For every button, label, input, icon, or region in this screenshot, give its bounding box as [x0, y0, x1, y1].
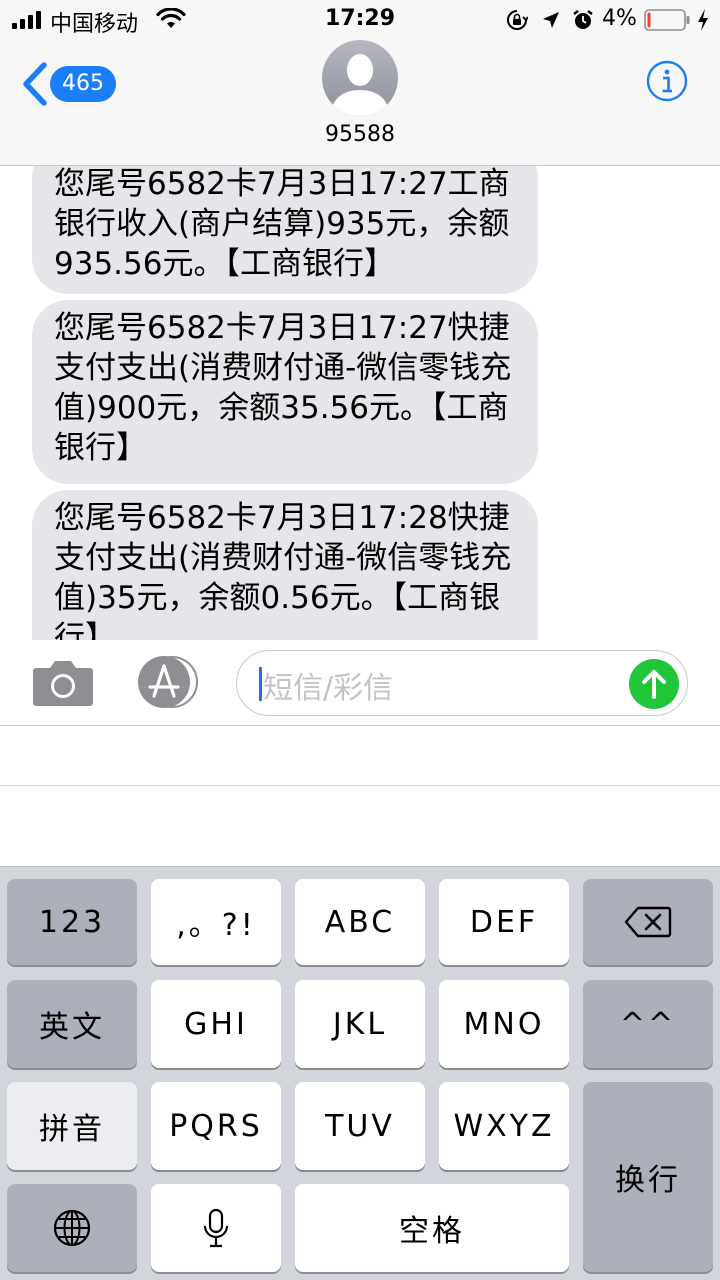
- message-bubble[interactable]: 您尾号6582卡7月3日17:27工商银行收入(商户结算)935元，余额935.…: [32, 166, 538, 294]
- key-delete[interactable]: [583, 879, 713, 965]
- key-english[interactable]: 英文: [7, 980, 137, 1068]
- status-bar: 中国移动 17:29 4%: [0, 0, 720, 40]
- alarm-icon: [573, 10, 593, 29]
- message-bubble[interactable]: 您尾号6582卡7月3日17:27快捷支付支出(消费财付通-微信零钱充值)900…: [32, 300, 538, 484]
- key-def[interactable]: DEF: [439, 879, 569, 965]
- message-list[interactable]: 您尾号6582卡7月3日17:27工商银行收入(商户结算)935元，余额935.…: [0, 166, 720, 640]
- message-bubble[interactable]: 您尾号6582卡7月3日17:28快捷支付支出(消费财付通-微信零钱充值)35元…: [32, 490, 538, 640]
- key-wxyz[interactable]: WXYZ: [439, 1082, 569, 1170]
- globe-icon: [53, 1209, 91, 1247]
- contact-name[interactable]: 95588: [0, 122, 720, 147]
- back-count-badge[interactable]: 465: [50, 66, 116, 102]
- key-space[interactable]: 空格: [295, 1184, 569, 1272]
- battery-icon: [644, 9, 690, 31]
- key-return[interactable]: 换行: [583, 1082, 713, 1272]
- keyboard: 123 ,。?! ABC DEF 英文 GHI JKL MNO ^^ 拼音 PQ…: [0, 866, 720, 1280]
- message-input-placeholder: 短信/彩信: [263, 671, 394, 706]
- conversation-header: 465 95588: [0, 40, 720, 166]
- location-icon: [543, 12, 559, 28]
- camera-icon[interactable]: [32, 656, 94, 708]
- delete-icon: [624, 906, 672, 938]
- back-chevron-icon[interactable]: [20, 62, 50, 106]
- empty-area: [0, 786, 720, 866]
- key-mno[interactable]: MNO: [439, 980, 569, 1068]
- avatar-icon[interactable]: [322, 40, 398, 116]
- send-button[interactable]: [629, 659, 679, 709]
- orientation-lock-icon: [507, 10, 528, 30]
- key-emoticon[interactable]: ^^: [583, 980, 713, 1068]
- key-tuv[interactable]: TUV: [295, 1082, 425, 1170]
- suggestion-bar: [0, 726, 720, 786]
- key-ghi[interactable]: GHI: [151, 980, 281, 1068]
- send-arrow-icon: [642, 670, 666, 699]
- key-globe[interactable]: [7, 1184, 137, 1272]
- text-caret: [259, 667, 262, 701]
- app-store-icon[interactable]: [134, 656, 204, 708]
- compose-bar: 短信/彩信: [0, 640, 720, 726]
- key-pqrs[interactable]: PQRS: [151, 1082, 281, 1170]
- key-abc[interactable]: ABC: [295, 879, 425, 965]
- key-pinyin[interactable]: 拼音: [7, 1082, 137, 1170]
- charging-icon: [698, 9, 708, 31]
- info-icon[interactable]: [646, 60, 688, 102]
- message-input[interactable]: 短信/彩信: [236, 650, 688, 716]
- key-jkl[interactable]: JKL: [295, 980, 425, 1068]
- microphone-icon: [203, 1208, 229, 1248]
- key-punctuation[interactable]: ,。?!: [151, 879, 281, 965]
- key-microphone[interactable]: [151, 1184, 281, 1272]
- battery-percent: 4%: [602, 6, 637, 31]
- key-123[interactable]: 123: [7, 879, 137, 965]
